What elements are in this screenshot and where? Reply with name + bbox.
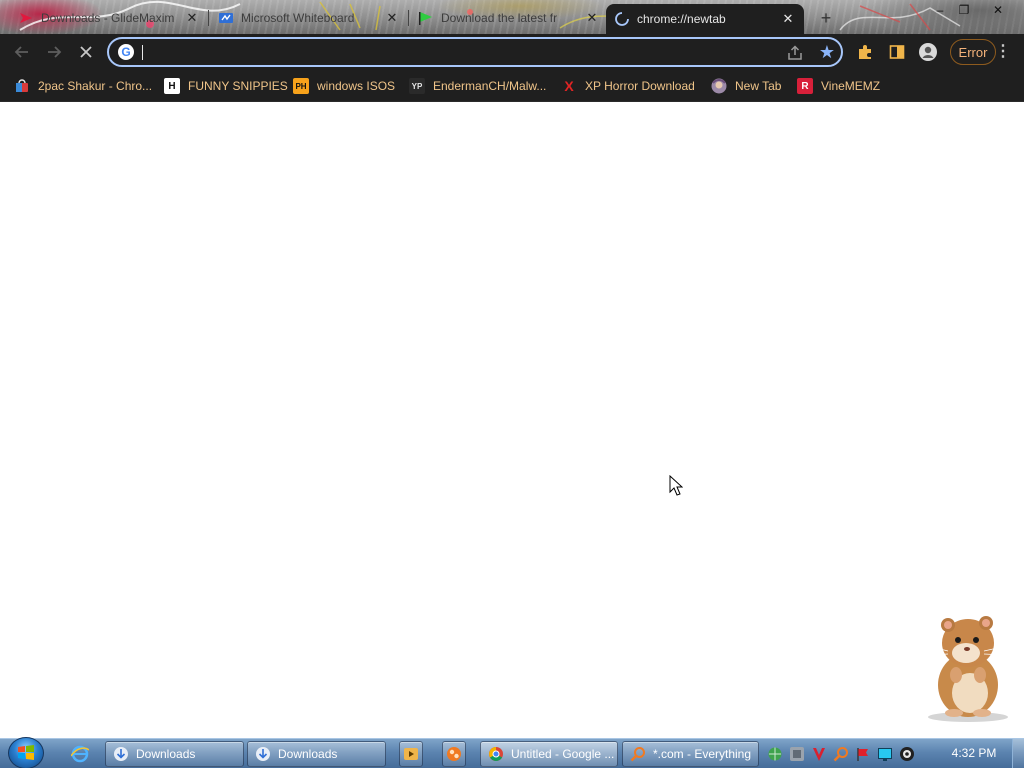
app-window-icon — [113, 746, 129, 762]
taskbar-clock[interactable]: 4:32 PM — [946, 746, 1002, 760]
tray-gray-app-icon[interactable] — [789, 746, 805, 762]
profile-error-button[interactable]: Error — [950, 39, 996, 65]
close-tab-icon[interactable]: ✕ — [184, 10, 200, 26]
new-tab-button[interactable]: + — [816, 8, 836, 28]
yp-logo-icon: YP — [409, 78, 425, 94]
face-avatar-icon — [711, 78, 727, 94]
task-label: Downloads — [136, 747, 196, 761]
close-tab-icon[interactable]: ✕ — [780, 11, 796, 27]
bookmark-star-icon[interactable]: ★ — [817, 42, 837, 62]
magnifier-icon — [630, 746, 646, 762]
h-letter-icon: H — [164, 78, 180, 94]
url-input[interactable] — [145, 43, 745, 62]
share-icon[interactable] — [786, 44, 804, 62]
bookmark-funny-snippies[interactable]: H FUNNY SNIPPIES — [164, 75, 288, 97]
system-tray — [764, 741, 946, 767]
back-button[interactable] — [10, 40, 34, 64]
stop-x-icon — [80, 46, 92, 58]
whiteboard-icon — [218, 10, 234, 26]
bookmark-xp-horror[interactable]: X XP Horror Download — [561, 75, 695, 97]
bookmark-vinememz[interactable]: R VineMEMZ — [797, 75, 880, 97]
task-label: Untitled - Google ... — [511, 747, 615, 761]
hamster-desktop-pet — [928, 616, 1008, 722]
taskbar-item-everything-search[interactable]: *.com - Everything — [622, 741, 759, 767]
bookmark-windows-isos[interactable]: PH windows ISOS — [293, 75, 395, 97]
bookmark-label: XP Horror Download — [585, 79, 695, 93]
taskbar-item-media-player[interactable] — [399, 741, 423, 767]
bookmarks-bar: 2pac Shakur - Chro... H FUNNY SNIPPIES P… — [0, 70, 1024, 102]
close-window-button[interactable]: ✕ — [986, 2, 1010, 18]
tab-title: Microsoft Whiteboard — [241, 11, 355, 25]
stop-loading-button[interactable] — [74, 40, 98, 64]
bookmark-endermanch[interactable]: YP EndermanCH/Malw... — [409, 75, 546, 97]
profile-avatar-icon[interactable] — [918, 42, 938, 62]
media-player-icon — [404, 748, 418, 760]
network-globe-icon[interactable] — [767, 746, 783, 762]
app-window-icon — [255, 746, 271, 762]
bookmark-label: VineMEMZ — [821, 79, 881, 93]
bookmark-2pac-shakur[interactable]: 2pac Shakur - Chro... — [14, 75, 152, 97]
tab-microsoft-whiteboard[interactable]: Microsoft Whiteboard ✕ — [210, 4, 408, 32]
kebab-menu-icon[interactable]: ⋮ — [995, 42, 1011, 62]
internet-explorer-icon[interactable] — [70, 745, 90, 763]
bookmark-label: 2pac Shakur - Chro... — [38, 79, 153, 93]
tray-search-icon[interactable] — [833, 746, 849, 762]
tab-title: Downloads - GlideMaxim — [41, 11, 175, 25]
windows-taskbar: Downloads Downloads Untitled - Google ..… — [0, 737, 1024, 768]
mouse-cursor-icon — [669, 475, 683, 496]
taskbar-item-app-orange[interactable] — [442, 741, 466, 767]
task-label: Downloads — [278, 747, 338, 761]
browser-toolbar: G ★ Error ⋮ — [0, 34, 1024, 70]
forward-button[interactable] — [42, 40, 66, 64]
tab-download-latest[interactable]: Download the latest fr ✕ — [410, 4, 608, 32]
maximize-button[interactable]: ❐ — [952, 2, 976, 18]
tray-speaker-icon[interactable] — [899, 746, 915, 762]
start-button[interactable] — [8, 737, 44, 768]
taskbar-item-downloads-2[interactable]: Downloads — [247, 741, 386, 767]
tab-separator — [208, 10, 209, 26]
bookmark-label: FUNNY SNIPPIES — [188, 79, 288, 93]
red-x-icon: X — [564, 78, 574, 94]
text-caret — [142, 45, 143, 60]
green-flag-icon — [418, 10, 434, 26]
minimize-button[interactable]: – — [928, 2, 952, 18]
tab-separator — [408, 10, 409, 26]
glidemaxim-icon — [18, 10, 34, 26]
arrow-left-icon — [14, 46, 28, 58]
arrow-right-icon — [48, 46, 62, 58]
tab-new-tab-active[interactable]: chrome://newtab ✕ — [606, 4, 804, 34]
bookmark-label: windows ISOS — [317, 79, 396, 93]
bookmark-new-tab[interactable]: New Tab — [711, 75, 781, 97]
orange-app-icon — [447, 747, 461, 761]
web-page-content — [0, 102, 1024, 738]
loading-spinner-icon — [614, 11, 630, 27]
task-label: *.com - Everything — [653, 747, 752, 761]
bookmark-label: New Tab — [735, 79, 782, 93]
taskbar-item-google-chrome[interactable]: Untitled - Google ... — [480, 741, 618, 767]
tab-title: Download the latest fr — [441, 11, 558, 25]
tab-downloads-glidemaxim[interactable]: Downloads - GlideMaxim ✕ — [10, 4, 208, 32]
colorful-bag-icon — [14, 78, 30, 94]
ph-logo-icon: PH — [293, 78, 309, 94]
r-logo-icon: R — [797, 78, 813, 94]
show-desktop-button[interactable] — [1012, 739, 1024, 768]
side-panel-icon[interactable] — [887, 42, 907, 62]
tab-strip: Downloads - GlideMaxim ✕ Microsoft White… — [0, 0, 1024, 34]
taskbar-item-downloads-1[interactable]: Downloads — [105, 741, 244, 767]
address-bar[interactable]: G ★ — [107, 37, 843, 67]
close-tab-icon[interactable]: ✕ — [584, 10, 600, 26]
tab-title: chrome://newtab — [637, 12, 726, 26]
tray-red-v-icon[interactable] — [811, 746, 827, 762]
close-tab-icon[interactable]: ✕ — [384, 10, 400, 26]
bookmark-label: EndermanCH/Malw... — [433, 79, 547, 93]
windows-logo-icon — [18, 745, 34, 760]
extensions-puzzle-icon[interactable] — [855, 42, 875, 62]
google-g-icon: G — [118, 44, 134, 60]
chrome-icon — [488, 746, 504, 762]
tray-red-flag-icon[interactable] — [855, 746, 871, 762]
tray-display-icon[interactable] — [877, 746, 893, 762]
